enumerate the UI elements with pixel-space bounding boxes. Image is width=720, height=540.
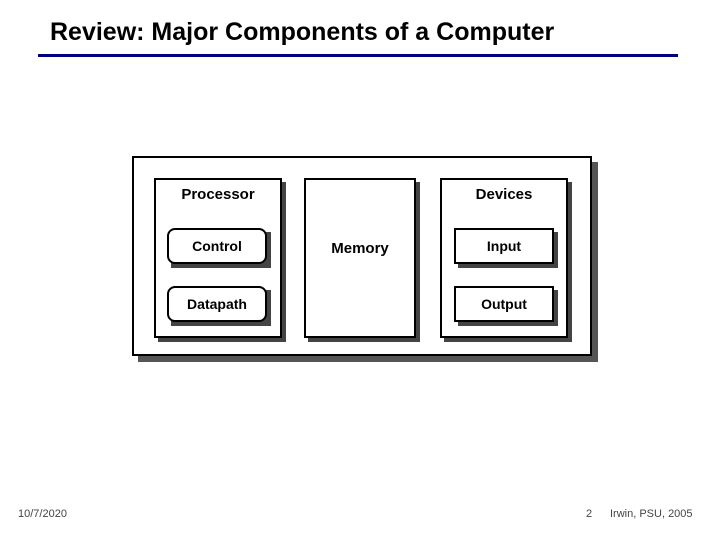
memory-label: Memory	[304, 240, 416, 257]
footer-credit: Irwin, PSU, 2005	[610, 508, 693, 520]
input-label: Input	[487, 238, 521, 254]
output-box: Output	[454, 286, 554, 322]
devices-label: Devices	[440, 186, 568, 203]
title-underline	[38, 54, 678, 57]
datapath-box: Datapath	[167, 286, 267, 322]
footer-page: 2	[586, 508, 592, 520]
slide: Review: Major Components of a Computer P…	[0, 0, 720, 540]
memory-box	[304, 178, 416, 338]
control-box: Control	[167, 228, 267, 264]
input-box: Input	[454, 228, 554, 264]
datapath-label: Datapath	[187, 296, 247, 312]
control-label: Control	[192, 238, 242, 254]
processor-label: Processor	[154, 186, 282, 203]
output-label: Output	[481, 296, 527, 312]
footer-date: 10/7/2020	[18, 508, 67, 520]
slide-title: Review: Major Components of a Computer	[50, 18, 554, 47]
